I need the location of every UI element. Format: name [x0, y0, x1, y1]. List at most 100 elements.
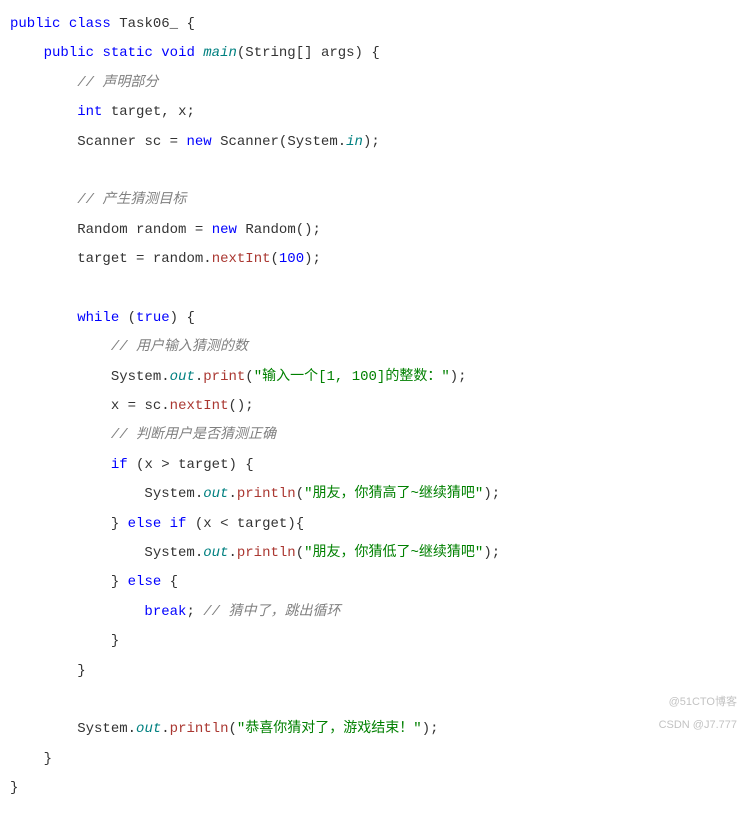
brace: { [170, 574, 178, 590]
kw-public: public [10, 16, 60, 32]
paren: ( [128, 310, 136, 326]
dot: . [338, 134, 346, 150]
kw-static: static [102, 45, 152, 61]
var-random: random [136, 222, 186, 238]
kw-void: void [161, 45, 195, 61]
comment: // 判断用户是否猜测正确 [111, 427, 276, 443]
dot: . [228, 545, 236, 561]
paren-semi: ); [422, 721, 439, 737]
ctor-random: Random [245, 222, 295, 238]
kw-break: break [144, 604, 186, 620]
type-random: Random [77, 222, 127, 238]
string-literal: "朋友，你猜高了~继续猜吧" [304, 486, 483, 502]
field-out: out [170, 369, 195, 385]
paren-brace: ) { [170, 310, 195, 326]
type-scanner: Scanner [77, 134, 136, 150]
parens-semi: (); [296, 222, 321, 238]
dot: . [228, 486, 236, 502]
method-print: print [203, 369, 245, 385]
var-x: x [203, 516, 211, 532]
dot: . [128, 721, 136, 737]
kw-else: else [128, 574, 162, 590]
brace: } [111, 633, 119, 649]
kw-public: public [44, 45, 94, 61]
eq: = [136, 251, 144, 267]
arg: args [321, 45, 355, 61]
paren-semi: ); [483, 545, 500, 561]
var-x: x [111, 398, 119, 414]
method-println: println [237, 486, 296, 502]
comment: // 用户输入猜测的数 [111, 339, 248, 355]
var-target: target [111, 104, 161, 120]
system: System [144, 486, 194, 502]
system: System [144, 545, 194, 561]
semi: ; [186, 104, 194, 120]
system: System [111, 369, 161, 385]
method-main: main [203, 45, 237, 61]
method-println: println [237, 545, 296, 561]
paren: ( [245, 369, 253, 385]
string-literal: "恭喜你猜对了，游戏结束！" [237, 721, 422, 737]
parens-semi: (); [228, 398, 253, 414]
system: System [77, 721, 127, 737]
var-random: random [153, 251, 203, 267]
paren-semi: ); [483, 486, 500, 502]
brace: { [186, 16, 194, 32]
comment: // 猜中了，跳出循环 [203, 604, 340, 620]
code-block: public class Task06_ { public static voi… [10, 10, 737, 804]
kw-new: new [212, 222, 237, 238]
string-literal: "朋友，你猜低了~继续猜吧" [304, 545, 483, 561]
method-println: println [170, 721, 229, 737]
dot: . [195, 545, 203, 561]
kw-else: else [128, 516, 162, 532]
paren-semi: ); [450, 369, 467, 385]
var-x: x [144, 457, 152, 473]
brace: } [44, 751, 52, 767]
system: System [287, 134, 337, 150]
paren-semi: ); [304, 251, 321, 267]
brackets: [] [296, 45, 313, 61]
brace: } [10, 780, 18, 796]
dot: . [161, 721, 169, 737]
field-out: out [203, 486, 228, 502]
eq: = [195, 222, 203, 238]
kw-true: true [136, 310, 170, 326]
kw-class: class [69, 16, 111, 32]
paren: ( [296, 545, 304, 561]
var-sc: sc [144, 134, 161, 150]
kw-if: if [111, 457, 128, 473]
method-nextint: nextInt [212, 251, 271, 267]
kw-if: if [170, 516, 187, 532]
op-gt: > [161, 457, 169, 473]
field-out: out [136, 721, 161, 737]
kw-int: int [77, 104, 102, 120]
eq: = [128, 398, 136, 414]
type-string: String [245, 45, 295, 61]
paren: ( [271, 251, 279, 267]
comma: , [161, 104, 169, 120]
paren: ( [228, 721, 236, 737]
paren-brace: ){ [287, 516, 304, 532]
dot: . [161, 369, 169, 385]
brace: } [77, 663, 85, 679]
comment: // 声明部分 [77, 75, 158, 91]
var-target: target [178, 457, 228, 473]
method-nextint: nextInt [170, 398, 229, 414]
classname: Task06_ [119, 16, 178, 32]
paren: ( [296, 486, 304, 502]
paren-semi: ); [363, 134, 380, 150]
eq: = [170, 134, 178, 150]
paren-brace: ) { [355, 45, 380, 61]
comment: // 产生猜测目标 [77, 192, 186, 208]
kw-new: new [186, 134, 211, 150]
num-100: 100 [279, 251, 304, 267]
op-lt: < [220, 516, 228, 532]
var-sc: sc [144, 398, 161, 414]
paren-brace: ) { [229, 457, 254, 473]
brace: } [111, 516, 119, 532]
field-in: in [346, 134, 363, 150]
dot: . [195, 486, 203, 502]
brace: } [111, 574, 119, 590]
kw-while: while [77, 310, 119, 326]
ctor-scanner: Scanner [220, 134, 279, 150]
